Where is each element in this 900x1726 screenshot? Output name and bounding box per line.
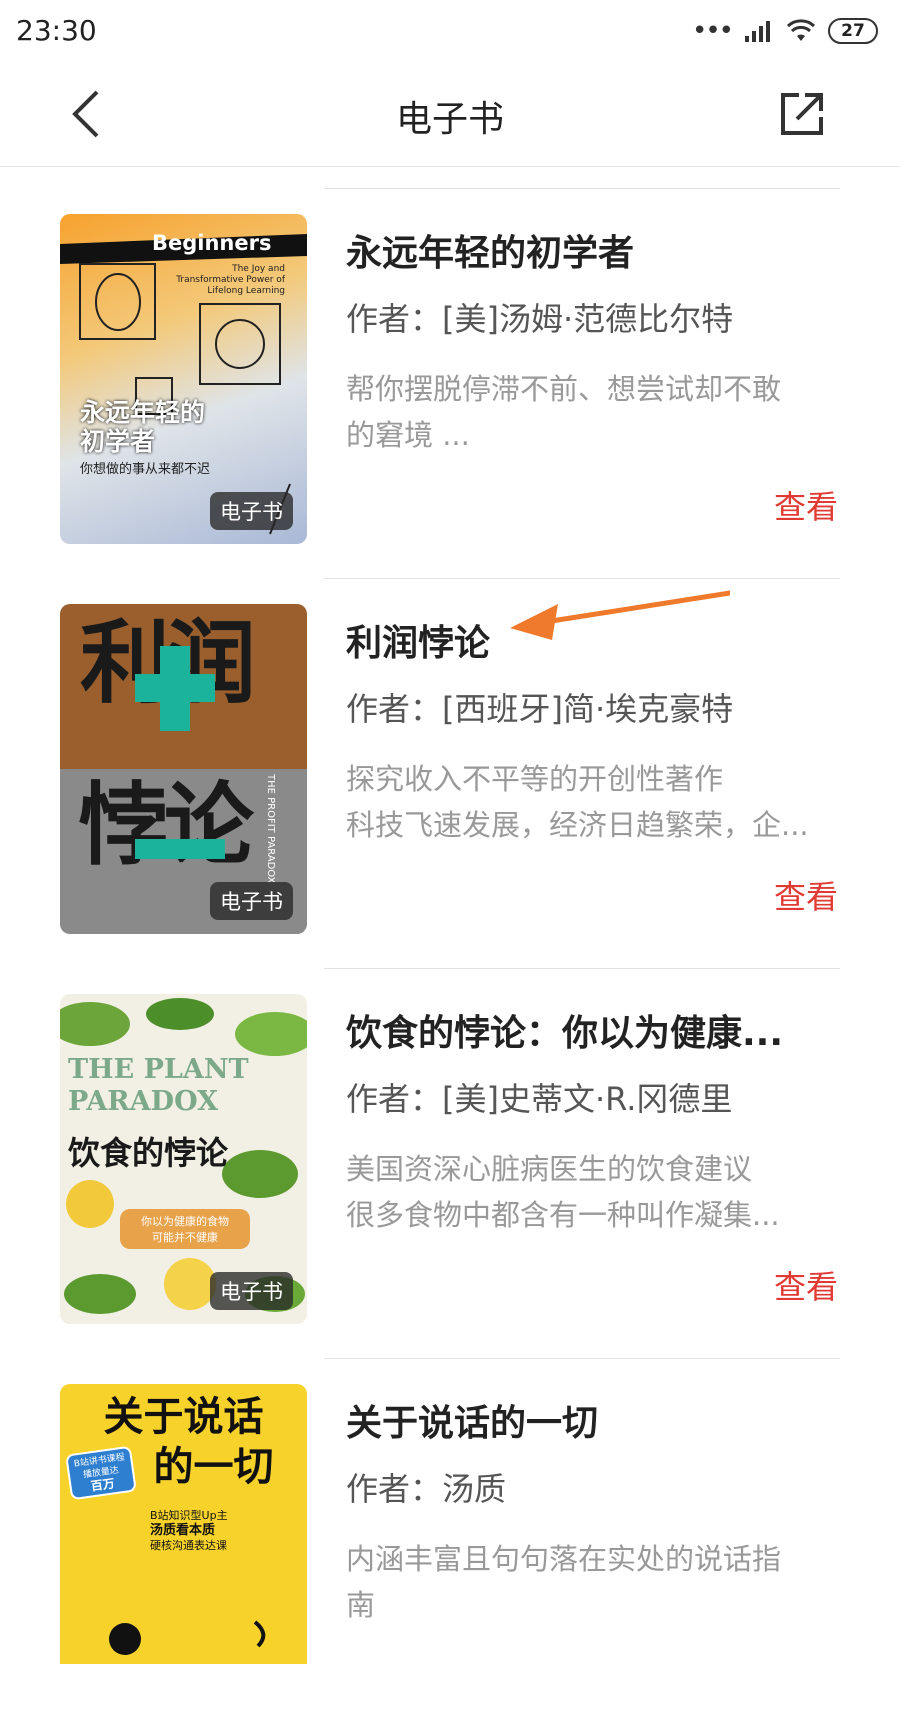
book-author: 作者：[西班牙]简·埃克豪特 — [346, 690, 734, 728]
book-title[interactable]: 关于说话的一切 — [346, 1394, 846, 1446]
book-description: 探究收入不平等的开创性著作 科技飞速发展，经济日趋繁荣，企... — [346, 762, 809, 842]
book-item[interactable]: THE PLANT PARADOX 饮食的悖论 你以为健康的食物 可能并不健康 … — [0, 946, 900, 1336]
battery-level: 27 — [841, 21, 865, 41]
battery-icon: 27 — [828, 18, 878, 44]
book-title[interactable]: 永远年轻的初学者 — [346, 224, 846, 276]
cover-title-cn: 永远年轻的 初学者 — [80, 398, 206, 456]
cover-title-en: Beginners — [152, 231, 272, 255]
wifi-icon — [786, 19, 816, 41]
book-title[interactable]: 饮食的悖论：你以为健康... — [346, 1004, 846, 1056]
top-nav-bar: 电子书 — [0, 62, 900, 167]
view-button[interactable]: 查看 — [774, 872, 838, 918]
divider — [324, 188, 840, 189]
book-cover[interactable]: THE PLANT PARADOX 饮食的悖论 你以为健康的食物 可能并不健康 … — [60, 994, 307, 1324]
ebook-badge: 电子书 — [210, 1272, 293, 1310]
share-button[interactable] — [774, 84, 832, 142]
book-description: 内涵丰富且句句落在实处的说话指 南 — [346, 1542, 782, 1622]
cover-side-text: THE PROFIT PARADOX — [265, 774, 276, 884]
page-title: 电子书 — [395, 99, 504, 140]
ebook-badge: 电子书 — [210, 492, 293, 530]
cover-tagline: 你想做的事从来都不迟 — [80, 462, 211, 477]
status-bar: 23:30 ••• 27 — [0, 0, 900, 62]
book-item[interactable]: 利润 悖论 THE PROFIT PARADOX 电子书 利润悖论 作者：[西班… — [0, 556, 900, 946]
book-item[interactable]: 关于说话 的一切 B站讲书课程 播放量达 百万 B站知识型Up主 汤质看本质 硬… — [0, 1336, 900, 1726]
divider — [324, 578, 840, 579]
cover-tagline: 你以为健康的食物 可能并不健康 — [120, 1209, 250, 1249]
share-icon — [781, 93, 823, 135]
cover-title-en: THE PLANT PARADOX — [68, 1054, 249, 1117]
book-author: 作者：[美]汤姆·范德比尔特 — [346, 300, 734, 338]
book-cover[interactable]: Beginners The Joy and Transformative Pow… — [60, 214, 307, 544]
view-button[interactable]: 查看 — [774, 1262, 838, 1308]
divider — [324, 968, 840, 969]
status-time: 23:30 — [16, 14, 97, 47]
ebook-badge: 电子书 — [210, 882, 293, 920]
book-description: 美国资深心脏病医生的饮食建议 很多食物中都含有一种叫作凝集... — [346, 1152, 780, 1232]
annotation-arrow-icon — [510, 590, 730, 640]
view-button[interactable]: 查看 — [774, 482, 838, 528]
book-cover[interactable]: 利润 悖论 THE PROFIT PARADOX 电子书 — [60, 604, 307, 934]
more-dots-icon: ••• — [691, 16, 734, 46]
cover-subtitle-en: The Joy and Transformative Power of Life… — [176, 264, 285, 296]
book-item[interactable]: Beginners The Joy and Transformative Pow… — [0, 166, 900, 556]
book-author: 作者：[美]史蒂文·R.冈德里 — [346, 1080, 733, 1118]
status-icons: ••• 27 — [692, 14, 878, 48]
book-cover[interactable]: 关于说话 的一切 B站讲书课程 播放量达 百万 B站知识型Up主 汤质看本质 硬… — [60, 1384, 307, 1664]
cover-title-cn: 饮食的悖论 — [68, 1134, 229, 1172]
divider — [324, 1358, 840, 1359]
signal-icon — [745, 21, 770, 42]
face-art — [109, 1620, 266, 1655]
book-description: 帮你摆脱停滞不前、想尝试却不敢 的窘境 ... — [346, 372, 782, 452]
book-author: 作者：汤质 — [346, 1470, 507, 1508]
